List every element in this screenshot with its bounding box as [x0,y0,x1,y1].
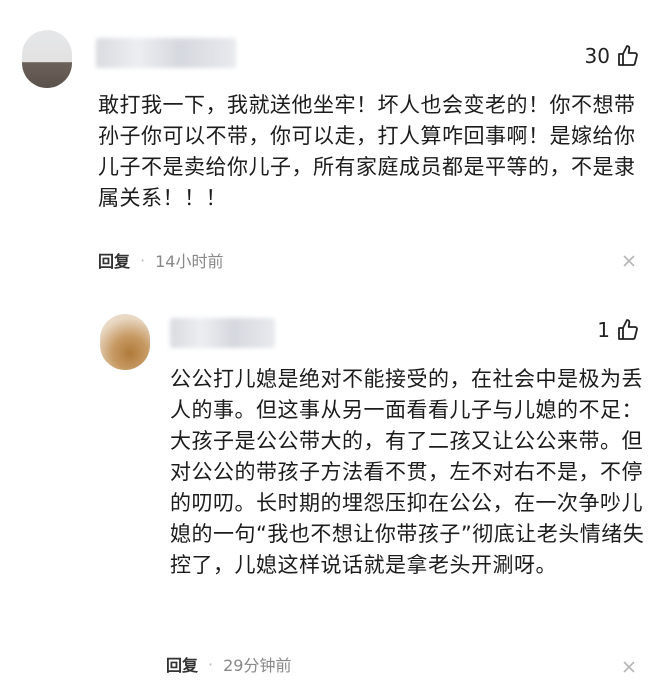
like-count: 30 [584,44,610,68]
like-count: 1 [597,318,610,342]
comment-text: 公公打儿媳是绝对不能接受的，在社会中是极为丢人的事。但这事从另一面看看儿子与儿媳… [170,367,645,577]
username-blurred[interactable] [170,318,275,348]
close-icon[interactable] [622,660,636,674]
reply-button[interactable]: 回复 [98,248,130,272]
reply-button[interactable]: 回复 [166,652,198,676]
comment-timestamp: 14小时前 [155,252,224,271]
username-blurred[interactable] [96,38,236,68]
meta-separator: · [208,654,214,674]
comment-meta: 回复 · 29分钟前 [166,652,291,676]
close-icon[interactable] [622,254,636,268]
user-avatar[interactable] [22,30,72,88]
thumbs-up-icon [618,319,638,340]
user-avatar[interactable] [100,314,150,370]
comment-timestamp: 29分钟前 [223,656,292,675]
like-button[interactable]: 1 [597,318,640,342]
comment-text: 敢打我一下，我就送他坐牢！坏人也会变老的！你不想带孙子你可以不带，你可以走，打人… [98,93,636,210]
meta-separator: · [140,250,146,270]
like-button[interactable]: 30 [585,44,640,68]
comment-meta: 回复 · 14小时前 [98,248,223,272]
thumbs-up-icon [618,45,638,66]
